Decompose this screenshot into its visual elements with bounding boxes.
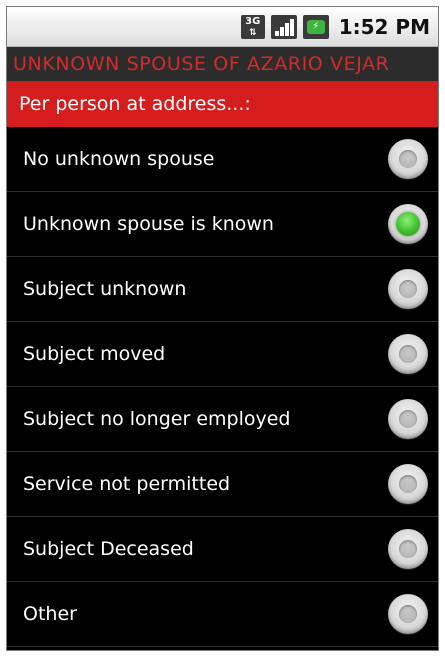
option-label: No unknown spouse — [23, 148, 215, 170]
radio-dot — [399, 410, 417, 428]
list-header-text: Per person at address...: — [19, 93, 251, 115]
option-label: Subject moved — [23, 343, 166, 365]
radio-button[interactable] — [388, 139, 428, 179]
option-label: Other — [23, 603, 77, 625]
option-row[interactable]: Service not permitted — [7, 452, 438, 517]
radio-dot — [399, 540, 417, 558]
radio-button[interactable] — [388, 594, 428, 634]
status-clock: 1:52 PM — [338, 15, 430, 39]
list-header: Per person at address...: — [7, 81, 438, 127]
radio-button[interactable] — [388, 529, 428, 569]
option-row[interactable]: Subject no longer employed — [7, 387, 438, 452]
title-bar: UNKNOWN SPOUSE OF AZARIO VEJAR — [7, 47, 438, 81]
radio-dot — [396, 212, 420, 236]
option-row[interactable]: Subject Deceased — [7, 517, 438, 582]
3g-data-icon: 3G ⇅ — [240, 15, 265, 39]
radio-dot — [399, 280, 417, 298]
radio-button[interactable] — [388, 399, 428, 439]
radio-dot — [399, 605, 417, 623]
radio-button[interactable] — [388, 464, 428, 504]
option-label: Service not permitted — [23, 473, 231, 495]
option-label: Subject no longer employed — [23, 408, 291, 430]
battery-cell: ⚡ — [306, 20, 325, 34]
radio-dot — [399, 475, 417, 493]
status-bar: 3G ⇅ ⚡ 1:52 PM — [7, 7, 438, 47]
status-icons: 3G ⇅ ⚡ 1:52 PM — [240, 7, 430, 47]
radio-button-selected[interactable] — [388, 204, 428, 244]
option-row[interactable]: Subject moved — [7, 322, 438, 387]
radio-button[interactable] — [388, 334, 428, 374]
option-row[interactable]: Subject unknown — [7, 257, 438, 322]
option-label: Subject Deceased — [23, 538, 194, 560]
3g-label: 3G — [245, 16, 261, 27]
data-arrows-icon: ⇅ — [248, 28, 257, 38]
option-row[interactable]: Unknown spouse is known — [7, 192, 438, 257]
screen-title: UNKNOWN SPOUSE OF AZARIO VEJAR — [13, 53, 390, 75]
radio-dot — [399, 150, 417, 168]
radio-button[interactable] — [388, 269, 428, 309]
battery-charging-icon: ⚡ — [302, 15, 329, 39]
phone-screen: 3G ⇅ ⚡ 1:52 PM UNKNOWN SPOUSE OF AZARIO … — [6, 6, 439, 651]
signal-strength-icon — [270, 15, 297, 39]
option-row[interactable]: No unknown spouse — [7, 127, 438, 192]
option-label: Unknown spouse is known — [23, 213, 274, 235]
option-row[interactable]: Other — [7, 582, 438, 647]
radio-dot — [399, 345, 417, 363]
options-list: No unknown spouse Unknown spouse is know… — [7, 127, 438, 647]
option-label: Subject unknown — [23, 278, 187, 300]
